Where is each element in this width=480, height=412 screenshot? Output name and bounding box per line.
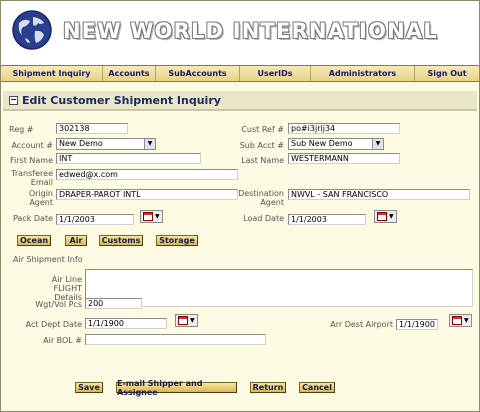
nav-sign-out[interactable]: Sign Out (415, 66, 479, 81)
pack-date-label: Pack Date (12, 214, 53, 223)
flight-details-textarea[interactable] (85, 269, 473, 307)
chevron-down-icon: ▼ (372, 139, 383, 149)
company-name: NEW WORLD INTERNATIONAL (63, 19, 438, 43)
air-bol-field[interactable] (85, 334, 266, 345)
email-shipper-button[interactable]: E-mail Shipper and Assignee (116, 379, 237, 397)
sub-acct-select[interactable]: Sub New Demo ▼ (288, 138, 384, 150)
storage-button[interactable]: Storage (156, 235, 198, 246)
flight-details-label: Air Line FLIGHT Details (51, 275, 82, 302)
load-date-label: Load Date (243, 214, 284, 223)
nav-shipment-inquiry[interactable]: Shipment Inquiry (1, 66, 103, 81)
last-name-label: Last Name (241, 156, 284, 165)
destination-agent-label: Destination Agent (238, 189, 284, 207)
save-button[interactable]: Save (75, 382, 103, 393)
sub-acct-label: Sub Acct # (239, 141, 284, 150)
air-button[interactable]: Air (65, 235, 87, 246)
chevron-down-icon: ▼ (144, 139, 155, 149)
sub-acct-select-value: Sub New Demo (291, 139, 353, 148)
calendar-icon (178, 316, 188, 325)
calendar-icon (452, 316, 462, 325)
transferee-email-label: Transferee Email (11, 169, 53, 187)
cust-ref-field[interactable]: po#i3jrij34 (288, 123, 400, 134)
first-name-label: First Name (10, 156, 53, 165)
arr-dest-field[interactable]: 1/1/1900 (396, 319, 438, 330)
last-name-field[interactable]: WESTERMANN (288, 153, 400, 164)
cust-ref-label: Cust Ref # (241, 125, 284, 134)
nav-userids[interactable]: UserIDs (240, 66, 311, 81)
pack-date-field[interactable]: 1/1/2003 (56, 214, 134, 225)
load-date-picker[interactable]: ▼ (374, 210, 397, 223)
globe-logo-icon (12, 10, 52, 50)
origin-agent-label: Origin Agent (28, 189, 53, 207)
account-select[interactable]: New Demo ▼ (56, 138, 156, 150)
air-bol-label: Air BOL # (43, 336, 82, 345)
act-dept-picker[interactable]: ▼ (175, 314, 198, 327)
origin-agent-field[interactable]: DRAPER-PAROT INTL (56, 189, 238, 200)
collapse-icon[interactable]: − (9, 95, 18, 105)
header: NEW WORLD INTERNATIONAL (1, 1, 479, 65)
arr-dest-label: Arr Dest Airport (330, 320, 393, 329)
reg-number-field[interactable]: 302138 (56, 123, 128, 134)
act-dept-label: Act Dept Date (25, 320, 82, 329)
chevron-down-icon: ▼ (389, 213, 394, 220)
account-label: Account # (11, 141, 53, 150)
air-shipment-section-title: Air Shipment Info (13, 255, 83, 264)
calendar-icon (143, 212, 153, 221)
nav-subaccounts[interactable]: SubAccounts (156, 66, 240, 81)
first-name-field[interactable]: INT (56, 153, 201, 164)
arr-dest-picker[interactable]: ▼ (449, 314, 472, 327)
cancel-button[interactable]: Cancel (299, 382, 335, 393)
ocean-button[interactable]: Ocean (17, 235, 51, 246)
calendar-icon (377, 212, 387, 221)
pack-date-picker[interactable]: ▼ (140, 210, 163, 223)
section-titlebar: − Edit Customer Shipment Inquiry (3, 91, 477, 111)
wgt-vol-field[interactable]: 200 (85, 298, 142, 309)
reg-label: Reg # (9, 125, 34, 134)
wgt-vol-label: Wgt/Vol Pcs (35, 300, 82, 309)
return-button[interactable]: Return (250, 382, 286, 393)
act-dept-field[interactable]: 1/1/1900 (85, 318, 167, 329)
chevron-down-icon: ▼ (155, 213, 160, 220)
load-date-field[interactable]: 1/1/2003 (288, 214, 366, 225)
transferee-email-field[interactable]: edwed@x.com (56, 169, 238, 180)
destination-agent-field[interactable]: NWVL - SAN FRANCISCO (288, 189, 470, 200)
account-select-value: New Demo (59, 139, 103, 148)
page-title: Edit Customer Shipment Inquiry (22, 93, 221, 107)
page: NEW WORLD INTERNATIONAL Shipment Inquiry… (0, 0, 480, 412)
nav-accounts[interactable]: Accounts (103, 66, 156, 81)
chevron-down-icon: ▼ (190, 317, 195, 324)
main-nav: Shipment Inquiry Accounts SubAccounts Us… (1, 65, 479, 82)
customs-button[interactable]: Customs (99, 235, 143, 246)
chevron-down-icon: ▼ (464, 317, 469, 324)
nav-administrators[interactable]: Administrators (311, 66, 415, 81)
